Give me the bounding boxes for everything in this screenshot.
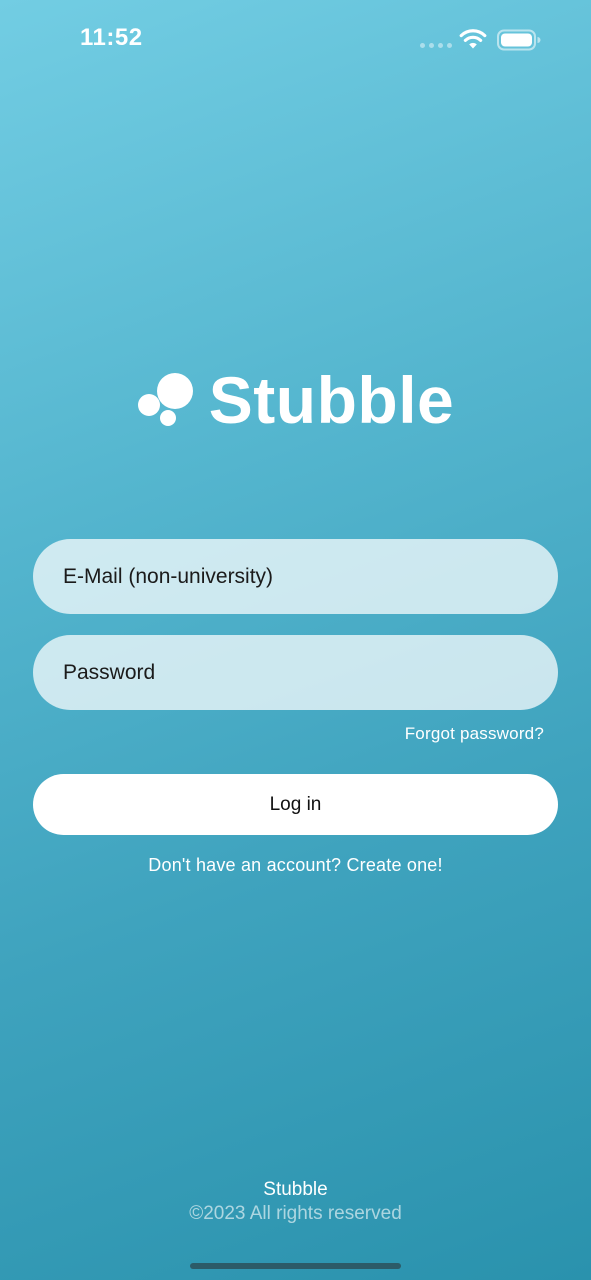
login-button[interactable]: Log in bbox=[33, 774, 558, 835]
status-time: 11:52 bbox=[80, 24, 143, 51]
wifi-icon bbox=[459, 29, 487, 49]
battery-icon bbox=[497, 29, 541, 51]
stubble-logo-icon bbox=[137, 373, 193, 426]
password-input[interactable] bbox=[61, 659, 530, 686]
create-account-link[interactable]: Don't have an account? Create one! bbox=[0, 855, 591, 876]
cellular-signal-icon bbox=[420, 43, 452, 48]
footer-copyright: ©2023 All rights reserved bbox=[189, 1203, 402, 1224]
status-bar: 11:52 bbox=[0, 0, 591, 80]
forgot-password-link[interactable]: Forgot password? bbox=[405, 724, 544, 744]
app-name: Stubble bbox=[208, 363, 455, 437]
password-field[interactable] bbox=[33, 635, 558, 710]
email-field[interactable] bbox=[33, 539, 558, 614]
home-indicator[interactable] bbox=[190, 1263, 401, 1269]
app-logo: Stubble bbox=[0, 360, 591, 440]
footer-app-name: Stubble bbox=[263, 1179, 328, 1200]
email-input[interactable] bbox=[61, 563, 530, 590]
footer: Stubble ©2023 All rights reserved bbox=[0, 1178, 591, 1226]
